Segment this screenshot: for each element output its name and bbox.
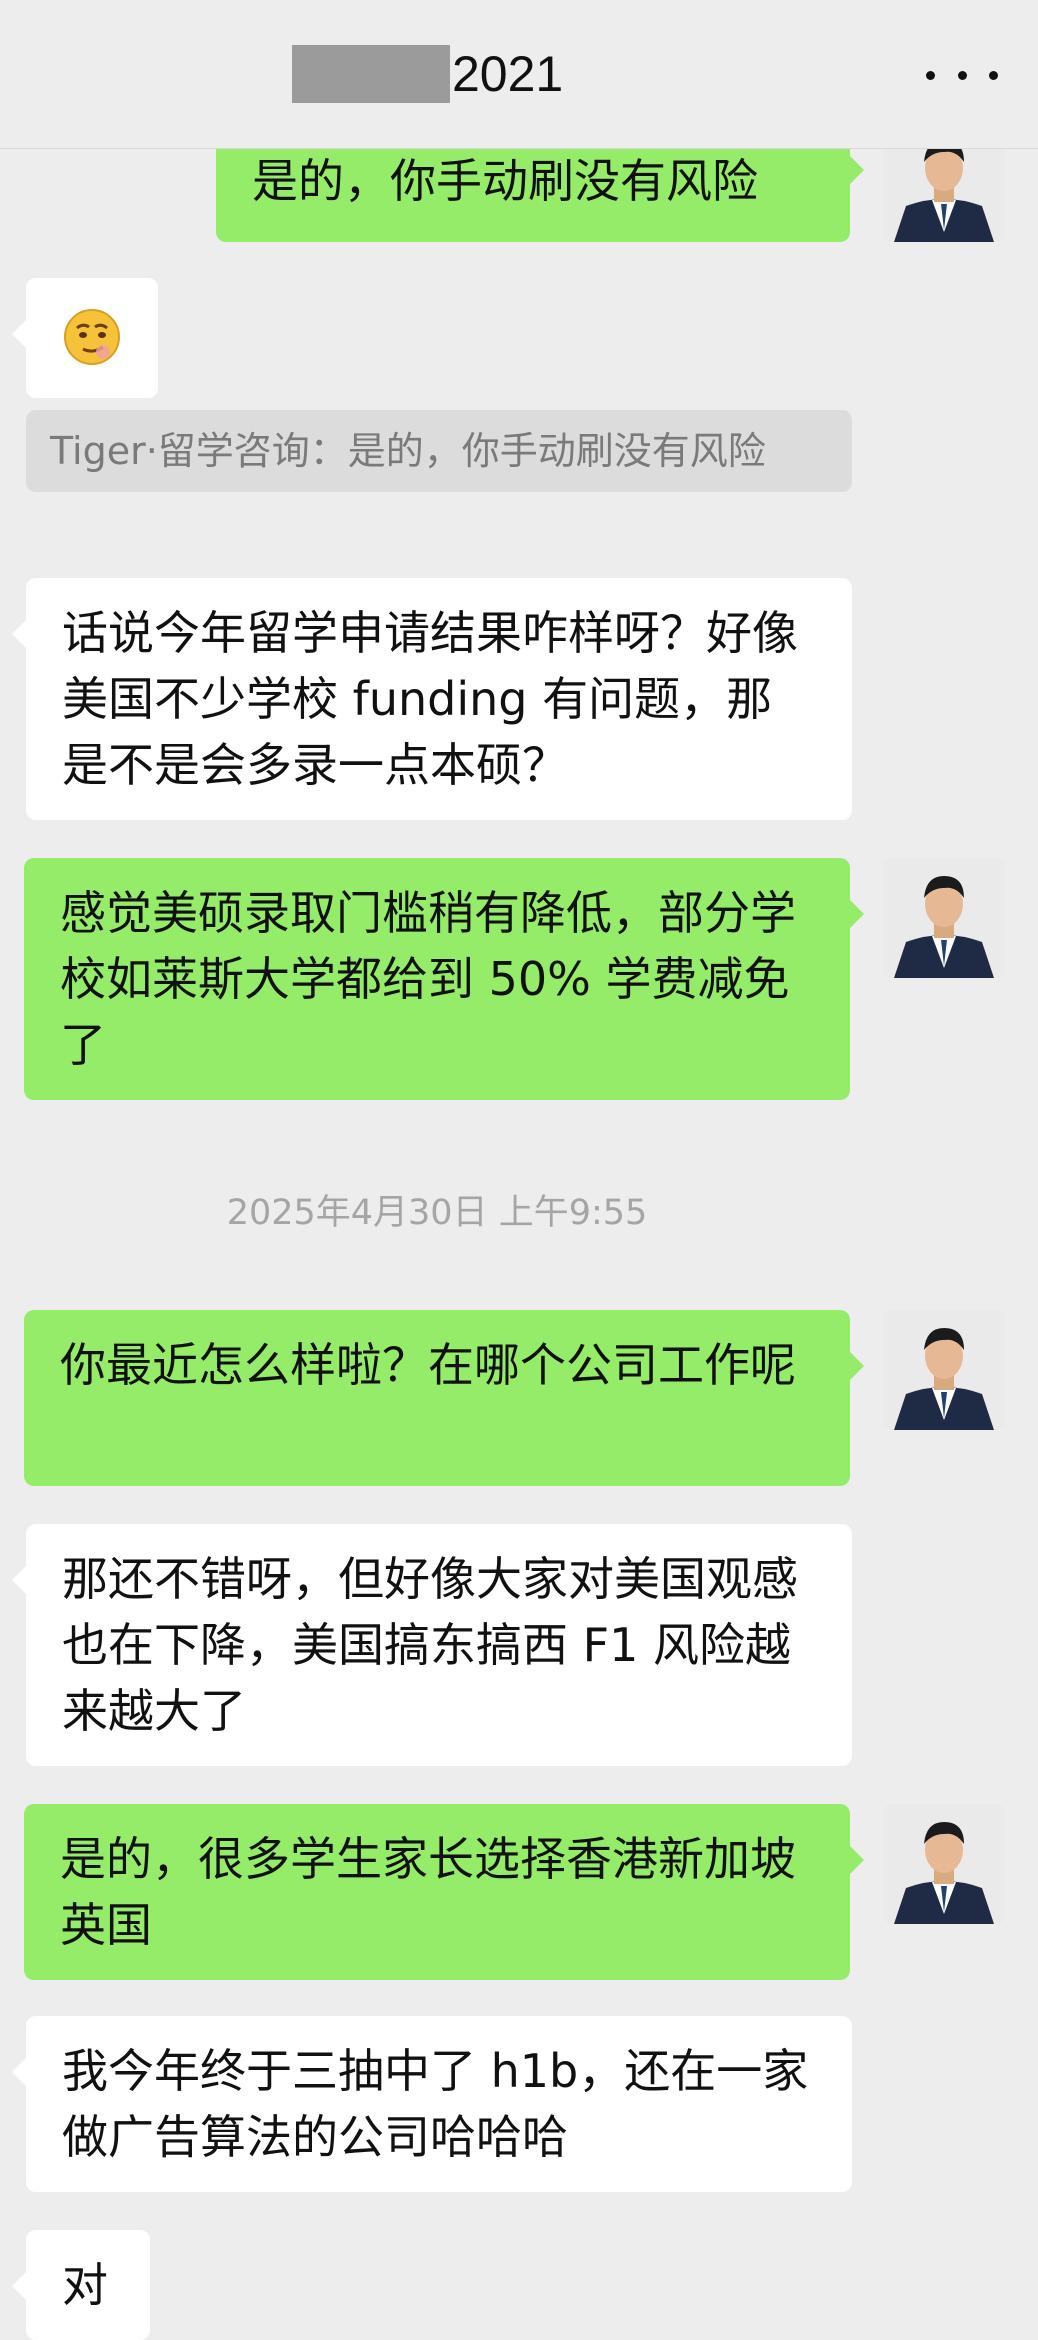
chat-title: 2021 xyxy=(292,44,563,104)
message-text: 话说今年留学申请结果咋样呀？好像美国不少学校 funding 有问题，那是不是会… xyxy=(62,606,798,792)
message-text: 感觉美硕录取门槛稍有降低，部分学校如莱斯大学都给到 50% 学费减免了 xyxy=(60,886,796,1072)
message-bubble-received[interactable]: 对 xyxy=(12,2230,150,2340)
quoted-message[interactable]: Tiger·留学咨询：是的，你手动刷没有风险 xyxy=(26,410,852,492)
smirking-face-emoji xyxy=(63,308,121,366)
message-text: 你最近怎么样啦？在哪个公司工作呢 xyxy=(60,1338,796,1392)
person-avatar-icon xyxy=(884,858,1004,978)
message-bubble-sent[interactable]: 你最近怎么样啦？在哪个公司工作呢 xyxy=(24,1310,864,1486)
my-avatar[interactable] xyxy=(884,1310,1004,1430)
message-text: 对 xyxy=(62,2258,108,2312)
message-bubble-sent[interactable]: 感觉美硕录取门槛稍有降低，部分学校如莱斯大学都给到 50% 学费减免了 xyxy=(24,858,864,1100)
message-bubble-sent[interactable]: 是的，很多学生家长选择香港新加坡英国 xyxy=(24,1804,864,1980)
person-avatar-icon xyxy=(884,1310,1004,1430)
chat-title-suffix: 2021 xyxy=(452,46,564,102)
my-avatar[interactable] xyxy=(884,1804,1004,1924)
more-horizontal-icon xyxy=(926,70,935,80)
message-text: 是的，你手动刷没有风险 xyxy=(252,154,758,208)
message-bubble-received[interactable]: 我今年终于三抽中了 h1b，还在一家做广告算法的公司哈哈哈 xyxy=(12,2016,852,2192)
person-avatar-icon xyxy=(884,1804,1004,1924)
chat-header: 2021 xyxy=(0,0,1038,149)
more-options-button[interactable] xyxy=(926,60,998,90)
my-avatar[interactable] xyxy=(884,858,1004,978)
more-horizontal-icon xyxy=(957,70,967,80)
message-text: 我今年终于三抽中了 h1b，还在一家做广告算法的公司哈哈哈 xyxy=(62,2044,809,2164)
message-bubble-received[interactable] xyxy=(12,278,158,398)
redacted-name xyxy=(292,45,450,103)
message-bubble-received[interactable]: 那还不错呀，但好像大家对美国观感也在下降，美国搞东搞西 F1 风险越来越大了 xyxy=(12,1524,852,1766)
message-text: 那还不错呀，但好像大家对美国观感也在下降，美国搞东搞西 F1 风险越来越大了 xyxy=(62,1552,798,1738)
message-bubble-received[interactable]: 话说今年留学申请结果咋样呀？好像美国不少学校 funding 有问题，那是不是会… xyxy=(12,578,852,820)
chat-area: 是的，你手动刷没有风险 Tiger·留学咨询：是的，你手动刷没有风险 话说今年留… xyxy=(0,0,1038,2340)
quote-text: Tiger·留学咨询：是的，你手动刷没有风险 xyxy=(50,429,766,473)
message-text: 是的，很多学生家长选择香港新加坡英国 xyxy=(60,1832,796,1952)
more-horizontal-icon xyxy=(989,70,998,80)
chat-timestamp: 2025年4月30日 上午9:55 xyxy=(226,1193,648,1233)
